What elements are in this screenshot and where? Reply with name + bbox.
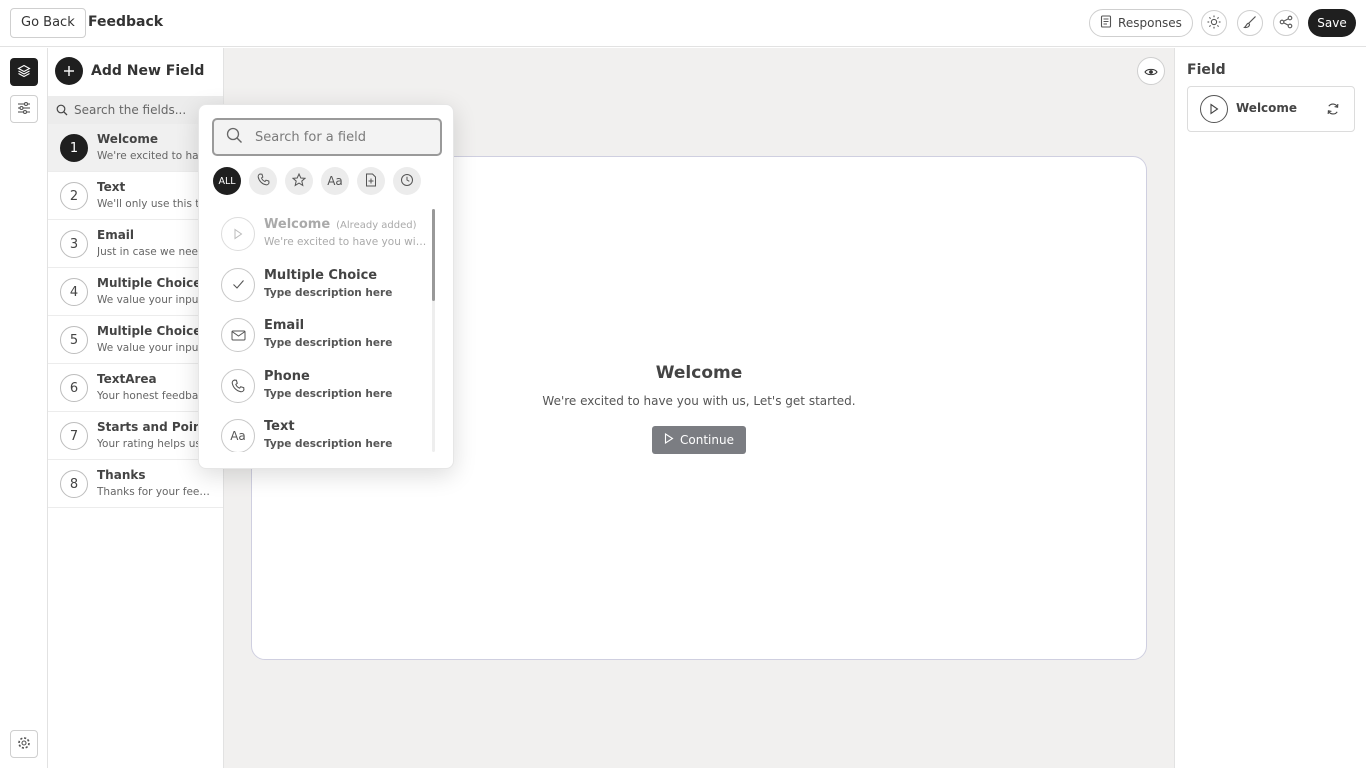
document-icon (1100, 15, 1112, 31)
option-phone[interactable]: Phone Type description here (199, 361, 435, 412)
check-icon (221, 267, 255, 302)
option-text[interactable]: Aa Text Type description here (199, 411, 435, 452)
filter-text[interactable]: Aa (321, 167, 349, 195)
page-title: Feedback (88, 14, 164, 30)
layers-button[interactable] (10, 58, 38, 86)
settings-sliders-button[interactable] (10, 95, 38, 123)
option-welcome: Welcome (Already added) We're excited to … (199, 209, 435, 260)
field-title: TextArea (97, 372, 157, 386)
field-type-label: Welcome (1236, 101, 1298, 115)
mail-icon (221, 318, 255, 352)
field-type-filters: ALL Aa (213, 167, 421, 195)
brush-icon (1243, 14, 1257, 33)
field-title: Text (97, 180, 126, 194)
share-icon (1279, 14, 1293, 33)
field-title: Multiple Choice (97, 276, 202, 290)
filter-phone[interactable] (249, 167, 277, 195)
field-number: 4 (60, 278, 88, 306)
popup-search (212, 118, 442, 156)
filter-all[interactable]: ALL (213, 167, 241, 195)
option-title: Multiple Choice (264, 267, 378, 283)
field-search-input[interactable] (74, 103, 214, 117)
top-header: Go Back Feedback Responses Save (0, 0, 1366, 47)
field-title: Starts and Points (97, 420, 215, 434)
field-type-card[interactable]: Welcome (1187, 86, 1355, 132)
continue-button[interactable]: Continue (652, 426, 746, 454)
option-desc: We're excited to have you with us (264, 236, 429, 248)
field-number: 1 (60, 134, 88, 162)
responses-label: Responses (1118, 16, 1182, 30)
option-multiple-choice[interactable]: Multiple Choice Type description here (199, 260, 435, 311)
field-number: 3 (60, 230, 88, 258)
option-desc: Type description here (264, 387, 393, 400)
phone-icon (257, 173, 270, 189)
layers-icon (17, 63, 31, 82)
field-item[interactable]: 8 Thanks Thanks for your feedback (48, 460, 223, 508)
options-scrollbar[interactable] (432, 209, 435, 452)
file-add-icon (365, 173, 377, 190)
filter-file[interactable] (357, 167, 385, 195)
field-title: Email (97, 228, 135, 242)
go-back-button[interactable]: Go Back (10, 8, 86, 38)
field-number: 2 (60, 182, 88, 210)
filter-time[interactable] (393, 167, 421, 195)
text-type-icon: Aa (221, 419, 255, 452)
play-icon (1200, 95, 1228, 123)
field-number: 6 (60, 374, 88, 402)
continue-label: Continue (680, 433, 734, 447)
clock-icon (400, 173, 414, 190)
field-desc: Thanks for your feedback (97, 486, 215, 498)
already-added-tag: (Already added) (336, 220, 417, 231)
filter-rating[interactable] (285, 167, 313, 195)
save-button[interactable]: Save (1308, 9, 1356, 37)
field-number: 5 (60, 326, 88, 354)
panel-title: Field (1187, 62, 1226, 78)
play-icon (664, 432, 674, 447)
field-number: 7 (60, 422, 88, 450)
preview-button[interactable] (1137, 57, 1165, 85)
option-title-text: Welcome (264, 217, 331, 232)
sliders-icon (17, 100, 31, 119)
search-icon (226, 127, 243, 148)
eye-icon (1144, 62, 1158, 81)
option-title: Welcome (Already added) (264, 217, 417, 232)
option-desc: Type description here (264, 438, 393, 450)
search-icon (56, 101, 68, 120)
scrollbar-thumb[interactable] (432, 209, 435, 301)
plus-icon (55, 57, 83, 85)
option-email[interactable]: Email Type description here (199, 310, 435, 361)
share-button[interactable] (1273, 10, 1299, 36)
option-title: Email (264, 318, 305, 333)
field-properties-panel: Field Welcome (1174, 48, 1366, 768)
option-title: Phone (264, 368, 310, 384)
gear-icon (17, 735, 31, 754)
option-desc: Type description here (264, 337, 393, 349)
sun-icon (1207, 14, 1221, 33)
text-type-icon: Aa (327, 174, 343, 188)
star-icon (291, 172, 307, 190)
option-desc: Type description here (264, 286, 393, 299)
field-options-list: Welcome (Already added) We're excited to … (199, 209, 435, 452)
field-title: Thanks (97, 468, 146, 482)
phone-icon (221, 368, 255, 403)
theme-toggle-button[interactable] (1201, 10, 1227, 36)
popup-search-input[interactable] (255, 129, 425, 145)
play-icon (221, 217, 255, 251)
refresh-icon[interactable] (1326, 101, 1340, 120)
responses-button[interactable]: Responses (1089, 9, 1193, 37)
field-title: Multiple Choice (97, 324, 202, 338)
field-title: Welcome (97, 132, 159, 146)
design-button[interactable] (1237, 10, 1263, 36)
add-new-field-label: Add New Field (91, 63, 205, 79)
option-title: Text (264, 419, 295, 434)
left-rail (0, 48, 48, 768)
field-number: 8 (60, 470, 88, 498)
add-new-field-button[interactable]: Add New Field (55, 57, 204, 85)
add-field-popup: ALL Aa Welc (198, 104, 454, 469)
settings-button[interactable] (10, 730, 38, 758)
